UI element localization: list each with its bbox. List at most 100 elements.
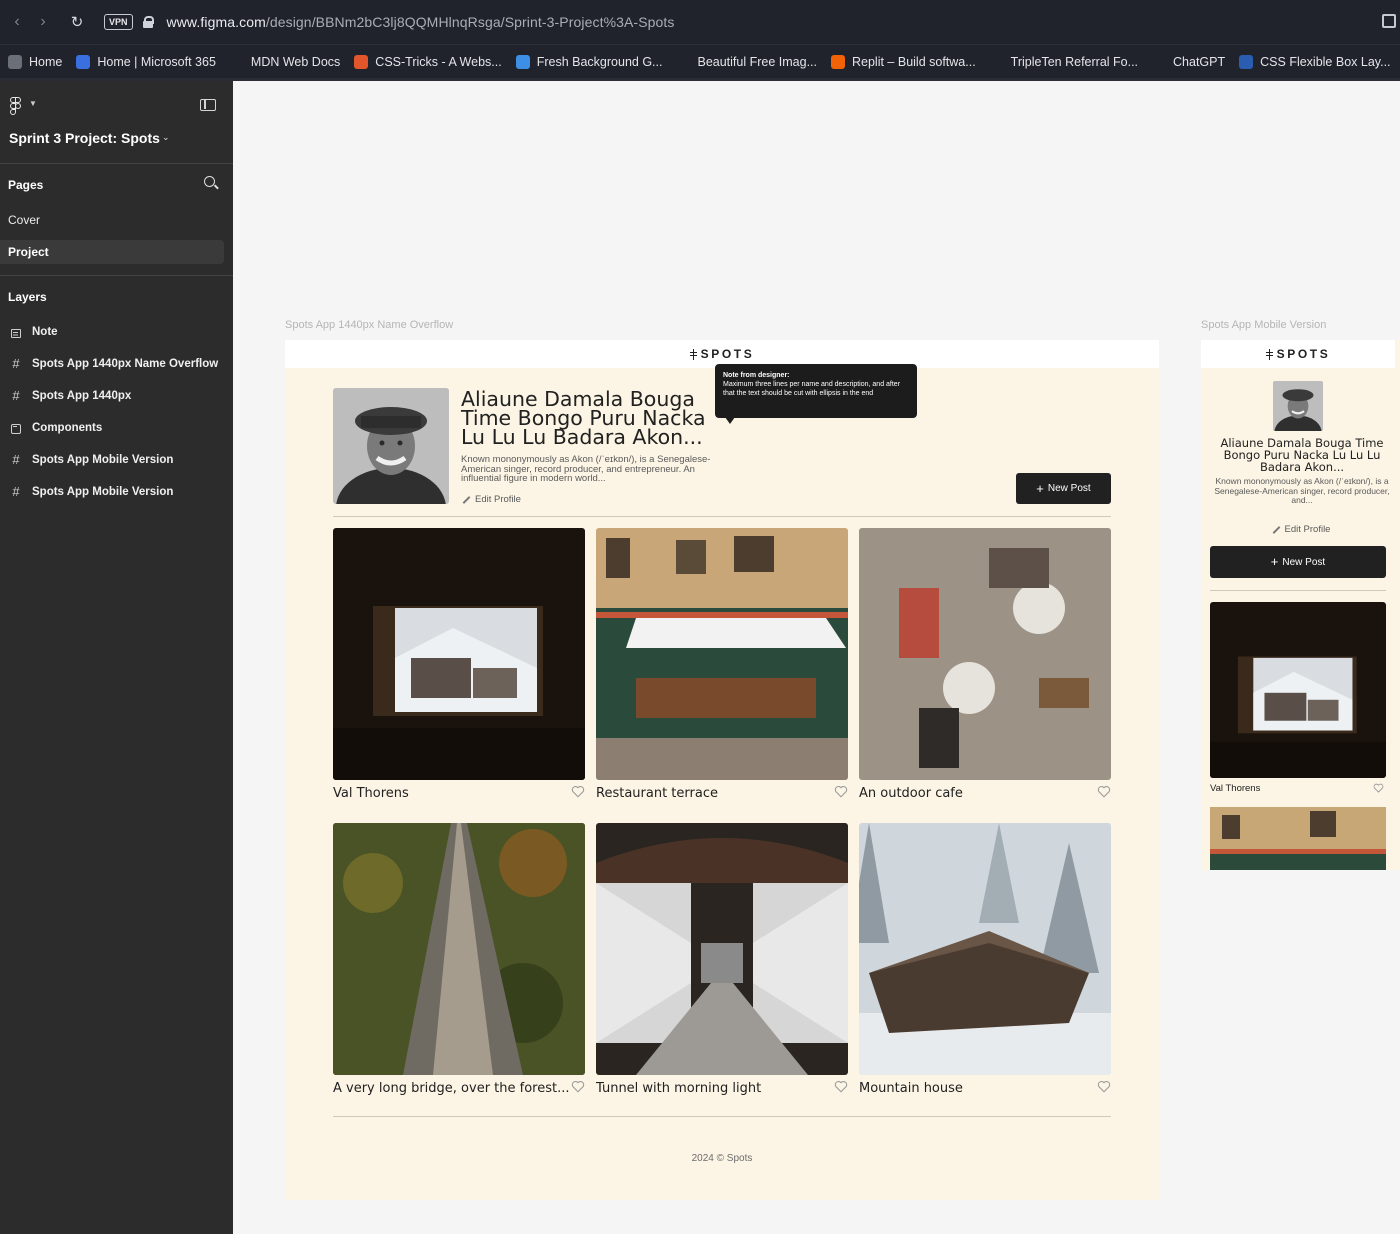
heart-icon[interactable] <box>1097 785 1111 798</box>
page-item-cover[interactable]: Cover <box>0 208 224 232</box>
reload-icon[interactable]: ↻ <box>60 0 94 44</box>
document-icon <box>989 54 1004 69</box>
logo-text: SPOTS <box>1276 347 1331 361</box>
bookmark-label: Fresh Background G... <box>536 54 663 69</box>
note-text: Maximum three lines per name and descrip… <box>723 381 901 397</box>
card-title: Restaurant terrace <box>596 786 718 801</box>
pin-icon <box>1265 348 1273 360</box>
edit-profile-button[interactable]: Edit Profile <box>1201 524 1400 535</box>
heart-icon[interactable] <box>1373 783 1384 793</box>
profile-name: Aliaune Damala Bouga Time Bongo Puru Nac… <box>461 387 706 449</box>
note-icon <box>10 320 22 344</box>
card: Mountain house <box>859 823 1111 1108</box>
lock-icon[interactable] <box>142 16 154 28</box>
layer-label: Components <box>32 422 103 434</box>
card: A very long bridge, over the forest... <box>333 823 585 1108</box>
heart-icon[interactable] <box>834 1080 848 1093</box>
spots-logo: SPOTS <box>689 347 755 361</box>
address-bar[interactable]: www.figma.com/design/BBNm2bC3lj8QQMHlnqR… <box>167 14 675 30</box>
bookmark-label: TripleTen Referral Fo... <box>1010 54 1139 69</box>
card-image[interactable] <box>596 823 848 1075</box>
card-image[interactable] <box>1210 602 1386 778</box>
card-image[interactable] <box>333 823 585 1075</box>
layer-item[interactable]: # Spots App 1440px Name Overflow <box>0 352 233 376</box>
bookmark-item[interactable]: ChatGPT <box>1152 54 1226 69</box>
heart-icon[interactable] <box>571 785 585 798</box>
panel-divider <box>0 275 233 276</box>
mobile-frame-label[interactable]: Spots App Mobile Version <box>1201 319 1326 331</box>
bookmark-item[interactable]: Home | Microsoft 365 <box>76 54 216 69</box>
footer-divider <box>333 1116 1111 1117</box>
bookmark-item[interactable]: Beautiful Free Imag... <box>676 54 817 69</box>
chevron-down-icon[interactable]: ▼ <box>29 99 37 108</box>
mobile-frame[interactable]: SPOTS Aliaune Damala Bouga Time Bongo Pu… <box>1201 340 1400 870</box>
plus-icon: + <box>1270 554 1279 569</box>
file-title[interactable]: Sprint 3 Project: Spots <box>9 130 160 146</box>
bookmarks-bar: Home Home | Microsoft 365 MDN Web Docs CSS-… <box>0 44 1400 78</box>
desktop-frame[interactable]: SPOTS Aliaune Damala Bouga Time Bongo Pu… <box>285 340 1159 1200</box>
layer-label: Spots App 1440px Name Overflow <box>32 358 219 370</box>
note-title: Note from designer: <box>723 372 790 379</box>
vpn-badge[interactable]: VPN <box>104 14 133 30</box>
desktop-frame-label[interactable]: Spots App 1440px Name Overflow <box>285 319 453 331</box>
new-post-button[interactable]: + New Post <box>1210 546 1386 578</box>
layer-item[interactable]: # Spots App Mobile Version <box>0 448 233 472</box>
bookmark-label: Home <box>29 54 63 69</box>
url-path: /design/BBNm2bC3lj8QQMHlnqRsga/Sprint-3-… <box>265 14 675 30</box>
card-image[interactable] <box>333 528 585 780</box>
edit-profile-label: Edit Profile <box>475 494 521 505</box>
frame-icon: # <box>12 356 20 371</box>
layer-item[interactable]: # Spots App Mobile Version <box>0 480 233 504</box>
heart-icon[interactable] <box>571 1080 585 1093</box>
bookmark-item[interactable]: MDN Web Docs <box>229 54 340 69</box>
page-item-project[interactable]: Project <box>0 240 224 264</box>
plus-icon: + <box>1036 480 1044 496</box>
new-post-button[interactable]: + New Post <box>1016 473 1111 504</box>
mdn-icon <box>229 54 244 69</box>
url-domain: www.figma.com <box>166 14 266 30</box>
heart-icon[interactable] <box>834 785 848 798</box>
w3c-icon <box>1239 54 1254 69</box>
card-image[interactable] <box>596 528 848 780</box>
bookmark-label: CSS-Tricks - A Webs... <box>375 54 502 69</box>
window-icon[interactable] <box>1382 14 1396 28</box>
heart-icon[interactable] <box>1097 1080 1111 1093</box>
bookmark-item[interactable]: CSS Flexible Box Lay... <box>1239 54 1391 69</box>
forward-arrow-icon[interactable]: › <box>26 0 60 44</box>
card: An outdoor cafe <box>859 528 1111 813</box>
card-image[interactable] <box>1210 807 1386 870</box>
globe-icon <box>515 54 530 69</box>
edit-profile-button[interactable]: Edit Profile <box>461 494 521 505</box>
bookmark-item[interactable]: Fresh Background G... <box>515 54 663 69</box>
bookmark-item[interactable]: Home <box>8 54 63 69</box>
figma-canvas[interactable]: Spots App 1440px Name Overflow Spots App… <box>233 81 1400 1234</box>
layer-label: Spots App Mobile Version <box>32 486 174 498</box>
card: Tunnel with morning light <box>596 823 848 1108</box>
designer-note[interactable]: Note from designer: Maximum three lines … <box>715 364 917 424</box>
replit-icon <box>831 54 845 69</box>
panel-toggle-icon[interactable] <box>200 99 216 111</box>
microsoft365-icon <box>76 54 91 69</box>
search-icon[interactable] <box>204 176 215 187</box>
bookmark-label: ChatGPT <box>1173 54 1226 69</box>
file-menu-chevron-icon[interactable]: ⌄ <box>162 132 170 143</box>
bookmark-label: Replit – Build softwa... <box>852 54 976 69</box>
pencil-icon <box>461 495 471 505</box>
layer-item[interactable]: Components <box>0 416 233 440</box>
layer-item[interactable]: Note <box>0 320 233 344</box>
browser-toolbar: ‹ › ↻ VPN www.figma.com/design/BBNm2bC3l… <box>0 0 1400 44</box>
panel-divider <box>0 163 233 164</box>
card-image[interactable] <box>859 823 1111 1075</box>
layer-label: Note <box>32 326 58 338</box>
card-image[interactable] <box>859 528 1111 780</box>
bookmark-item[interactable]: TripleTen Referral Fo... <box>989 54 1139 69</box>
pages-heading: Pages <box>8 178 44 192</box>
layer-item[interactable]: # Spots App 1440px <box>0 384 233 408</box>
profile-description: Known mononymously as Akon (/ˈeɪkɒn/), i… <box>461 454 711 484</box>
bookmark-item[interactable]: CSS-Tricks - A Webs... <box>354 54 502 69</box>
figma-logo-icon[interactable] <box>10 97 22 115</box>
avatar <box>333 388 449 504</box>
bookmark-item[interactable]: Replit – Build softwa... <box>831 54 976 69</box>
pencil-icon <box>1271 525 1281 535</box>
pin-icon <box>689 348 697 360</box>
